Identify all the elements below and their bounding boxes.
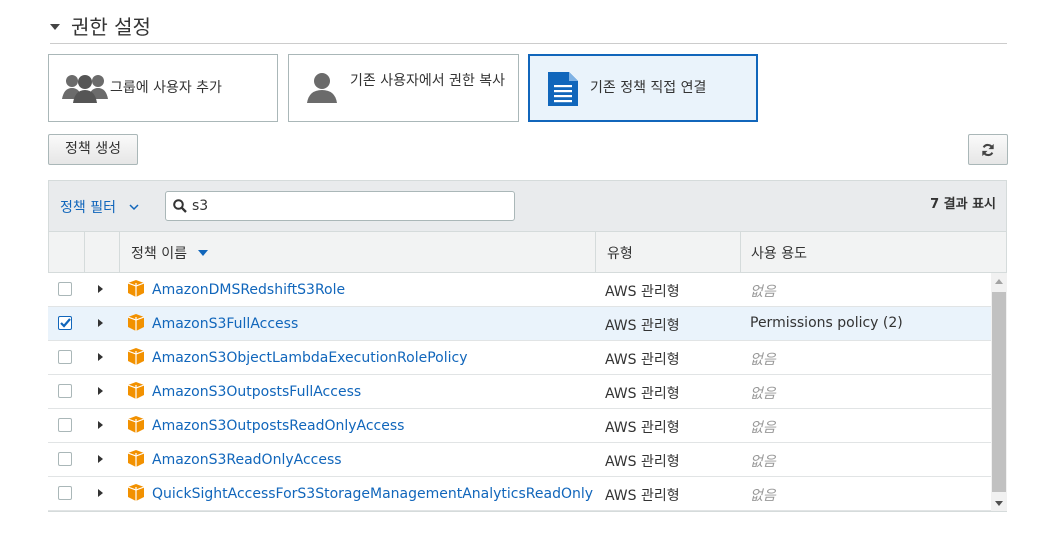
table-row[interactable]: AmazonS3ObjectLambdaExecutionRolePolicy …	[48, 341, 991, 375]
policy-name-link[interactable]: AmazonS3ReadOnlyAccess	[152, 452, 342, 468]
row-checkbox[interactable]	[58, 384, 72, 398]
header-policy-name-label: 정책 이름	[131, 246, 187, 262]
table-row[interactable]: AmazonS3FullAccess AWS 관리형 Permissions p…	[48, 307, 991, 341]
policy-usage: Permissions policy (2)	[750, 315, 903, 331]
policy-type: AWS 관리형	[605, 318, 680, 334]
search-value: s3	[192, 198, 209, 214]
table-row[interactable]: AmazonS3OutpostsReadOnlyAccess AWS 관리형 없…	[48, 409, 991, 443]
table-bottom-border	[48, 511, 1007, 512]
header-type[interactable]: 유형	[596, 232, 741, 272]
policy-usage: 없음	[750, 454, 776, 470]
aws-policy-box-icon	[128, 416, 144, 433]
policy-name-link[interactable]: AmazonS3FullAccess	[152, 316, 298, 332]
header-type-label: 유형	[607, 246, 633, 262]
option-copy-from-user-label: 기존 사용자에서 권한 복사	[350, 73, 506, 89]
permissions-section-header[interactable]: 권한 설정	[50, 10, 1007, 44]
header-usage[interactable]: 사용 용도	[741, 232, 1006, 272]
scroll-down-icon[interactable]	[995, 501, 1003, 506]
scroll-up-icon[interactable]	[995, 279, 1003, 284]
policy-filter-dropdown[interactable]: 정책 필터	[60, 197, 116, 217]
aws-policy-box-icon	[128, 484, 144, 501]
policy-name-link[interactable]: AmazonDMSRedshiftS3Role	[152, 282, 345, 298]
section-title: 권한 설정	[71, 15, 151, 39]
policy-usage: 없음	[750, 488, 776, 504]
header-usage-label: 사용 용도	[751, 246, 807, 262]
document-icon	[548, 72, 578, 106]
row-checkbox[interactable]	[58, 316, 72, 330]
option-add-to-group[interactable]: 그룹에 사용자 추가	[48, 54, 278, 122]
row-checkbox[interactable]	[58, 486, 72, 500]
table-scrollbar[interactable]	[991, 273, 1007, 511]
sort-desc-icon[interactable]	[198, 250, 208, 256]
search-icon	[173, 199, 187, 213]
table-toolbar: 정책 필터 s3 7 결과 표시	[48, 180, 1007, 232]
aws-policy-box-icon	[128, 348, 144, 365]
policy-usage: 없음	[750, 386, 776, 402]
aws-policy-box-icon	[128, 450, 144, 467]
table-header: 정책 이름 유형 사용 용도	[48, 232, 1007, 273]
aws-policy-box-icon	[128, 382, 144, 399]
policy-type: AWS 관리형	[605, 488, 680, 504]
policy-name-link[interactable]: AmazonS3OutpostsReadOnlyAccess	[152, 418, 404, 434]
policy-name-link[interactable]: AmazonS3OutpostsFullAccess	[152, 384, 361, 400]
row-checkbox[interactable]	[58, 452, 72, 466]
row-checkbox[interactable]	[58, 418, 72, 432]
search-input[interactable]: s3	[165, 191, 515, 221]
policy-name-link[interactable]: QuickSightAccessForS3StorageManagementAn…	[152, 486, 593, 502]
header-expand-col	[85, 232, 120, 272]
row-checkbox[interactable]	[58, 282, 72, 296]
aws-policy-box-icon	[128, 314, 144, 331]
table-row[interactable]: QuickSightAccessForS3StorageManagementAn…	[48, 477, 991, 511]
expand-arrow-icon[interactable]	[98, 319, 103, 327]
policy-usage: 없음	[750, 352, 776, 368]
table-row[interactable]: AmazonDMSRedshiftS3Role AWS 관리형 없음	[48, 273, 991, 307]
users-group-icon	[62, 75, 108, 103]
policy-usage: 없음	[750, 420, 776, 436]
policy-usage: 없음	[750, 284, 776, 300]
policy-type: AWS 관리형	[605, 420, 680, 436]
policy-type: AWS 관리형	[605, 454, 680, 470]
option-attach-policies-label: 기존 정책 직접 연결	[590, 80, 707, 96]
caret-down-icon[interactable]	[50, 24, 60, 30]
result-count: 7 결과 표시	[930, 197, 996, 212]
chevron-down-icon[interactable]	[129, 204, 139, 211]
option-add-to-group-label: 그룹에 사용자 추가	[110, 80, 222, 96]
policy-name-link[interactable]: AmazonS3ObjectLambdaExecutionRolePolicy	[152, 350, 467, 366]
aws-policy-box-icon	[128, 280, 144, 297]
create-policy-button[interactable]: 정책 생성	[48, 134, 138, 165]
expand-arrow-icon[interactable]	[98, 387, 103, 395]
header-select-col	[49, 232, 85, 272]
policy-type: AWS 관리형	[605, 352, 680, 368]
policy-type: AWS 관리형	[605, 284, 680, 300]
policy-table-body: AmazonDMSRedshiftS3Role AWS 관리형 없음 Amazo…	[48, 273, 991, 511]
expand-arrow-icon[interactable]	[98, 489, 103, 497]
user-icon	[307, 73, 337, 103]
option-copy-from-user[interactable]: 기존 사용자에서 권한 복사	[288, 54, 519, 122]
refresh-button[interactable]	[968, 134, 1008, 165]
policy-type: AWS 관리형	[605, 386, 680, 402]
expand-arrow-icon[interactable]	[98, 455, 103, 463]
scroll-thumb[interactable]	[992, 292, 1006, 492]
table-row[interactable]: AmazonS3ReadOnlyAccess AWS 관리형 없음	[48, 443, 991, 477]
row-checkbox[interactable]	[58, 350, 72, 364]
expand-arrow-icon[interactable]	[98, 285, 103, 293]
expand-arrow-icon[interactable]	[98, 421, 103, 429]
refresh-icon	[982, 143, 994, 157]
checkmark-icon	[60, 318, 71, 328]
option-attach-policies[interactable]: 기존 정책 직접 연결	[528, 54, 758, 122]
table-row[interactable]: AmazonS3OutpostsFullAccess AWS 관리형 없음	[48, 375, 991, 409]
expand-arrow-icon[interactable]	[98, 353, 103, 361]
header-policy-name[interactable]: 정책 이름	[120, 232, 596, 272]
